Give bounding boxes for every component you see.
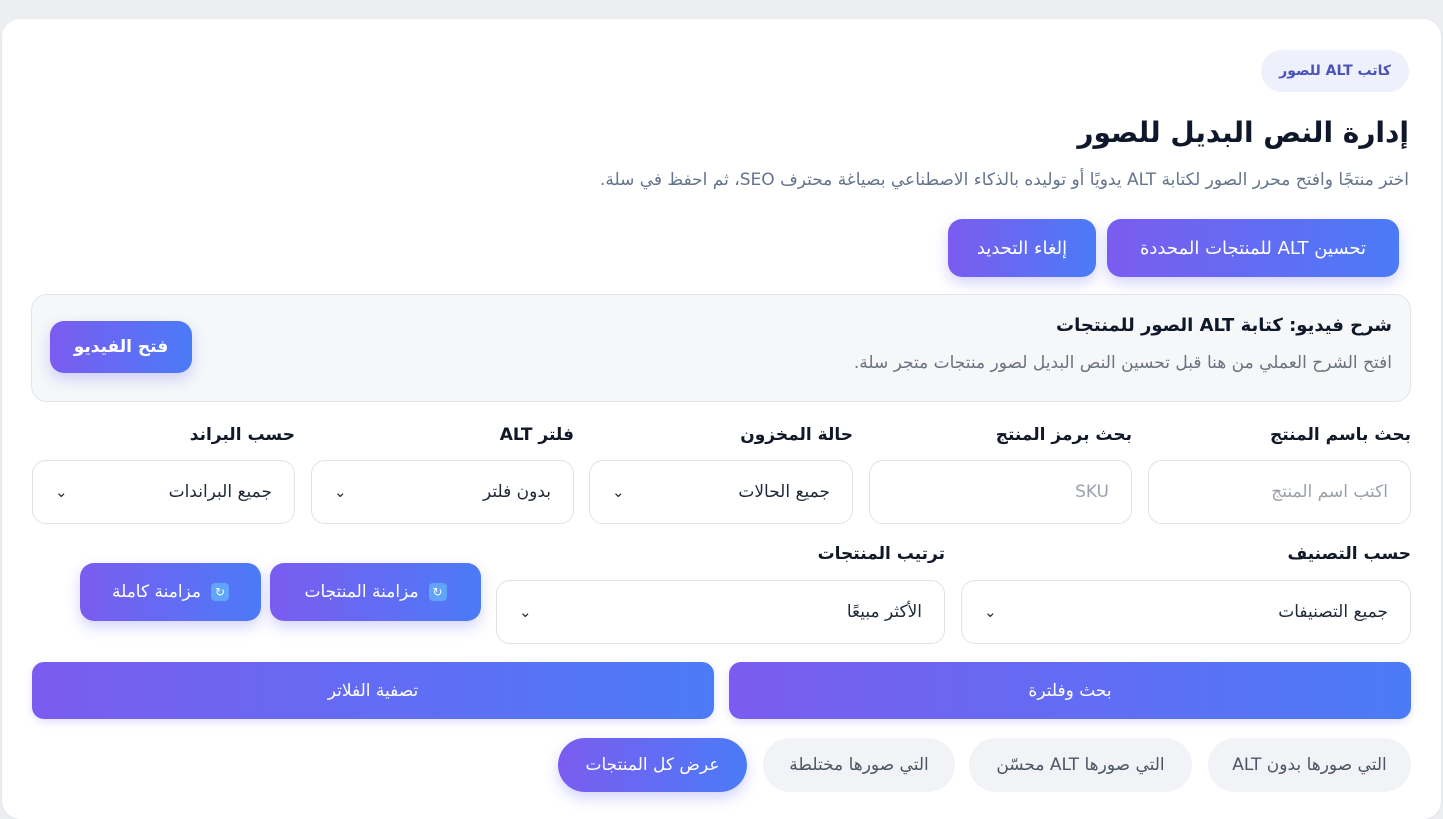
name-search-input[interactable]: اكتب اسم المنتج — [1148, 460, 1411, 524]
search-filter-button[interactable]: بحث وفلترة — [729, 662, 1411, 719]
clear-filters-button[interactable]: تصفية الفلاتر — [32, 662, 714, 719]
name-search-label: بحث باسم المنتج — [1269, 425, 1411, 445]
pill-mixed[interactable]: التي صورها مختلطة — [763, 738, 955, 792]
sort-select[interactable]: الأكثر مبيعًا ⌄ — [496, 580, 945, 644]
video-description: افتح الشرح العملي من هنا قبل تحسين النص … — [853, 353, 1392, 373]
video-tutorial-box: شرح فيديو: كتابة ALT الصور للمنتجات افتح… — [31, 294, 1411, 402]
chevron-down-icon: ⌄ — [55, 483, 68, 501]
chevron-down-icon: ⌄ — [519, 603, 532, 621]
video-title: شرح فيديو: كتابة ALT الصور للمنتجات — [1056, 315, 1392, 336]
sku-search-label: بحث برمز المنتج — [995, 425, 1132, 445]
chevron-down-icon: ⌄ — [984, 603, 997, 621]
main-card: كاتب ALT للصور إدارة النص البديل للصور ا… — [2, 19, 1441, 819]
pill-improved-alt[interactable]: التي صورها ALT محسّن — [969, 738, 1192, 792]
app-badge: كاتب ALT للصور — [1261, 50, 1409, 92]
pill-all-products[interactable]: عرض كل المنتجات — [558, 738, 747, 792]
pill-no-alt[interactable]: التي صورها بدون ALT — [1208, 738, 1411, 792]
cancel-selection-button[interactable]: إلغاء التحديد — [948, 219, 1096, 277]
alt-filter-select[interactable]: بدون فلتر ⌄ — [311, 460, 574, 524]
app-badge-label: كاتب ALT للصور — [1279, 63, 1391, 79]
brand-select[interactable]: جميع البراندات ⌄ — [32, 460, 295, 524]
sku-search-input[interactable]: SKU — [869, 460, 1132, 524]
category-select[interactable]: جميع التصنيفات ⌄ — [961, 580, 1411, 644]
stock-select[interactable]: جميع الحالات ⌄ — [589, 460, 853, 524]
category-label: حسب التصنيف — [1287, 544, 1412, 564]
sort-label: ترتيب المنتجات — [817, 544, 945, 564]
full-sync-button[interactable]: ↻ مزامنة كاملة — [80, 563, 261, 621]
alt-filter-label: فلتر ALT — [499, 425, 574, 445]
chevron-down-icon: ⌄ — [334, 483, 347, 501]
improve-selected-button[interactable]: تحسين ALT للمنتجات المحددة — [1107, 219, 1399, 277]
open-video-button[interactable]: فتح الفيديو — [50, 321, 192, 373]
sync-icon: ↻ — [211, 583, 230, 601]
sync-icon: ↻ — [428, 583, 447, 601]
stock-label: حالة المخزون — [740, 425, 853, 445]
brand-label: حسب البراند — [189, 425, 295, 445]
page-title: إدارة النص البديل للصور — [1077, 116, 1409, 149]
page-subtitle: اختر منتجًا وافتح محرر الصور لكتابة ALT … — [599, 170, 1409, 190]
chevron-down-icon: ⌄ — [612, 483, 625, 501]
sync-products-button[interactable]: ↻ مزامنة المنتجات — [270, 563, 481, 621]
